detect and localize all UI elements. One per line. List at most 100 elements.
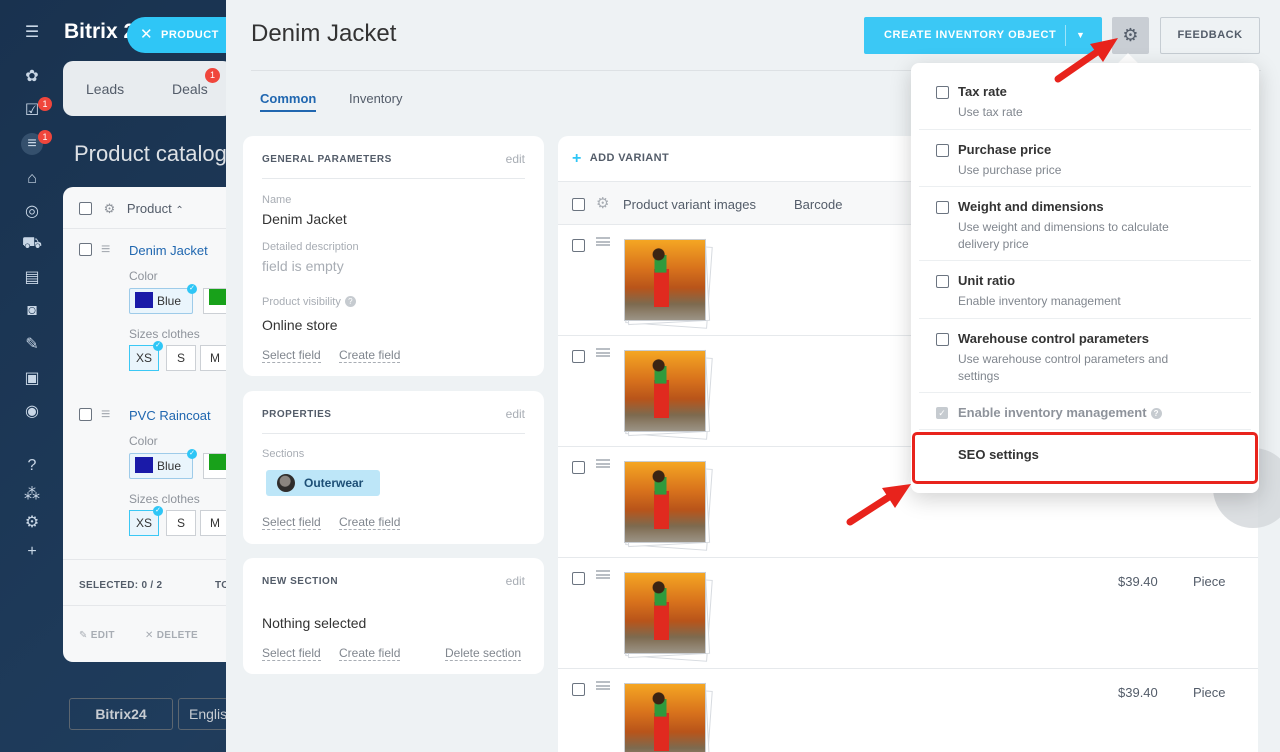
sign-icon[interactable]: ✎	[21, 334, 43, 356]
language-button[interactable]: English	[178, 698, 228, 730]
row-checkbox[interactable]	[572, 239, 585, 252]
variant-image[interactable]	[623, 571, 713, 662]
section-tag[interactable]: Outerwear	[266, 470, 380, 496]
drag-handle-icon[interactable]	[596, 681, 610, 690]
target-icon[interactable]: ◎	[21, 201, 43, 223]
tab-deals[interactable]: Deals	[172, 81, 208, 97]
box-icon[interactable]: ▣	[21, 368, 43, 390]
edit-link[interactable]: edit	[506, 407, 525, 421]
create-field-link[interactable]: Create field	[339, 348, 401, 363]
variant-image[interactable]	[623, 682, 713, 752]
bitrix24-button[interactable]: Bitrix24	[69, 698, 173, 730]
contact-card-icon[interactable]: ▤	[21, 267, 43, 289]
delete-button[interactable]: ✕ DELETE	[145, 630, 198, 641]
more-icon[interactable]: ◉	[21, 401, 43, 423]
select-field-link[interactable]: Select field	[262, 646, 321, 661]
column-product[interactable]: Product	[127, 201, 172, 216]
column-barcode[interactable]: Barcode	[794, 197, 842, 212]
size-chip[interactable]: S	[166, 345, 196, 371]
add-variant-button[interactable]: + ADD VARIANT	[572, 150, 669, 168]
checked-disabled-checkbox: ✓	[936, 407, 948, 419]
create-field-link[interactable]: Create field	[339, 515, 401, 530]
color-chip[interactable]: Blue	[129, 288, 193, 314]
add-icon[interactable]: +	[21, 541, 43, 563]
divider	[919, 318, 1251, 319]
unit-cell[interactable]: Piece	[1193, 685, 1226, 700]
edit-button[interactable]: ✎ EDIT	[79, 630, 115, 641]
variant-image[interactable]	[623, 238, 713, 329]
close-product-button[interactable]: ✕ PRODUCT	[127, 17, 239, 53]
row-checkbox[interactable]	[572, 350, 585, 363]
robot-icon[interactable]: ◙	[21, 300, 43, 322]
help-icon[interactable]: ?	[21, 455, 43, 477]
gear-icon[interactable]: ⚙	[596, 194, 609, 212]
menu-checkbox[interactable]	[936, 86, 949, 99]
create-inventory-object-button[interactable]: CREATE INVENTORY OBJECT ▼	[864, 17, 1102, 54]
crm-icon[interactable]: ✿	[21, 66, 43, 88]
name-label: Name	[262, 194, 292, 206]
variant-image[interactable]	[623, 460, 713, 551]
menu-checkbox[interactable]	[936, 144, 949, 157]
chevron-down-icon[interactable]: ▼	[1076, 17, 1086, 54]
column-images[interactable]: Product variant images	[623, 197, 756, 212]
tab-leads[interactable]: Leads	[86, 81, 124, 97]
unit-cell[interactable]: Piece	[1193, 574, 1226, 589]
bank-icon[interactable]: ⌂	[21, 168, 43, 190]
card-title: GENERAL PARAMETERS	[262, 154, 392, 165]
divider	[919, 392, 1251, 393]
variant-image[interactable]	[623, 349, 713, 440]
product-name-link[interactable]: PVC Raincoat	[129, 408, 211, 423]
help-icon[interactable]: ?	[1150, 408, 1162, 419]
drag-handle-icon[interactable]	[596, 570, 610, 579]
menu-checkbox[interactable]	[936, 275, 949, 288]
settings-button[interactable]: ⚙	[1112, 17, 1149, 54]
settings-icon[interactable]: ⚙	[21, 512, 43, 534]
drag-handle-icon[interactable]	[596, 459, 610, 468]
row-checkbox[interactable]	[572, 572, 585, 585]
help-icon[interactable]: ?	[344, 296, 356, 307]
row-checkbox[interactable]	[572, 461, 585, 474]
select-all-checkbox[interactable]	[572, 198, 585, 211]
delete-section-link[interactable]: Delete section	[445, 646, 522, 661]
tab-common[interactable]: Common	[260, 91, 317, 112]
deals-badge: 1	[205, 68, 220, 83]
edit-link[interactable]: edit	[506, 152, 525, 166]
product-list: ⚙ Product ⌃ ≡ Denim Jacket Color Blue ✓ …	[63, 187, 233, 662]
row-checkbox[interactable]	[79, 408, 92, 421]
price-cell[interactable]: $39.40	[1118, 574, 1158, 589]
drag-icon[interactable]: ≡	[101, 241, 110, 259]
page-title: Denim Jacket	[251, 20, 397, 47]
select-field-link[interactable]: Select field	[262, 348, 321, 363]
feedback-button[interactable]: FEEDBACK	[1160, 17, 1260, 54]
plus-icon: +	[572, 150, 582, 167]
description-value[interactable]: field is empty	[262, 258, 344, 274]
tab-inventory[interactable]: Inventory	[349, 91, 402, 106]
menu-item-title: Warehouse control parameters	[958, 331, 1149, 346]
gear-icon[interactable]: ⚙	[104, 201, 116, 216]
structure-icon[interactable]: ⁂	[21, 484, 43, 506]
menu-checkbox[interactable]	[936, 201, 949, 214]
menu-icon[interactable]: ☰	[21, 22, 43, 44]
create-field-link[interactable]: Create field	[339, 646, 401, 661]
size-chip[interactable]: S	[166, 510, 196, 536]
check-icon: ✓	[153, 341, 163, 351]
drag-icon[interactable]: ≡	[101, 406, 110, 424]
edit-link[interactable]: edit	[506, 574, 525, 588]
visibility-value[interactable]: Online store	[262, 317, 337, 333]
select-field-link[interactable]: Select field	[262, 515, 321, 530]
menu-item-desc: Use weight and dimensions to calculate d…	[958, 220, 1169, 251]
price-cell[interactable]: $39.40	[1118, 685, 1158, 700]
menu-checkbox[interactable]	[936, 333, 949, 346]
select-all-checkbox[interactable]	[79, 202, 92, 215]
drag-handle-icon[interactable]	[596, 348, 610, 357]
row-checkbox[interactable]	[79, 243, 92, 256]
drag-handle-icon[interactable]	[596, 237, 610, 246]
settings-menu: Tax rate Use tax rate Purchase price Use…	[911, 63, 1259, 493]
sort-asc-icon[interactable]: ⌃	[175, 205, 183, 216]
product-name-link[interactable]: Denim Jacket	[129, 243, 208, 258]
color-chip[interactable]: Blue	[129, 453, 193, 479]
name-value[interactable]: Denim Jacket	[262, 211, 347, 227]
row-checkbox[interactable]	[572, 683, 585, 696]
new-section-card: NEW SECTION edit Nothing selected Select…	[243, 558, 544, 674]
cart-icon[interactable]: ⛟	[21, 233, 43, 255]
